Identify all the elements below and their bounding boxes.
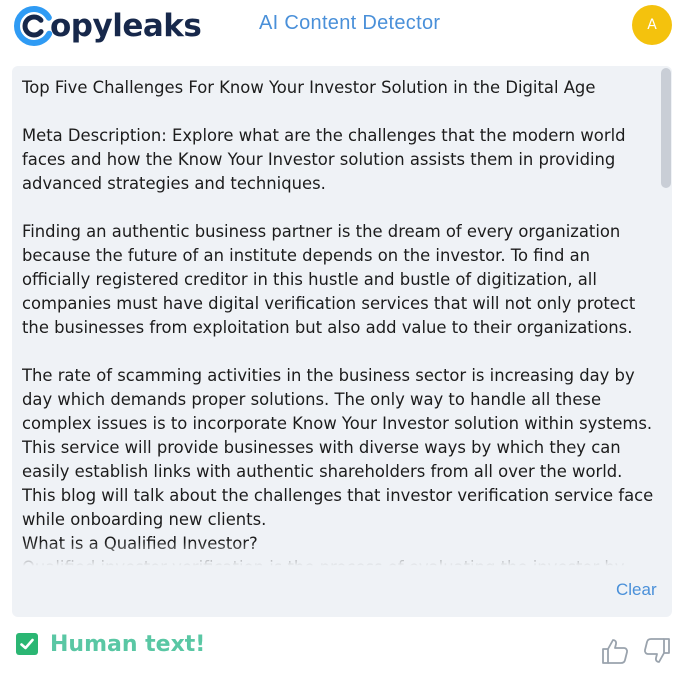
- thumbs-down-icon[interactable]: [642, 636, 672, 666]
- copyleaks-logo[interactable]: opyleaks: [12, 4, 202, 48]
- text-overflow-fade: [12, 542, 657, 570]
- text-input-panel: Top Five Challenges For Know Your Invest…: [12, 66, 672, 617]
- clear-button[interactable]: Clear: [616, 580, 657, 600]
- text-scrollbar[interactable]: [660, 66, 672, 188]
- result-label: Human text!: [50, 631, 206, 657]
- user-avatar[interactable]: A: [632, 5, 672, 45]
- content-text-area[interactable]: Top Five Challenges For Know Your Invest…: [22, 76, 654, 566]
- header: opyleaks AI Content Detector A: [0, 0, 688, 56]
- detection-result: Human text!: [16, 630, 205, 658]
- thumbs-up-icon[interactable]: [600, 636, 630, 666]
- copyleaks-logo-mark-icon: [12, 4, 56, 48]
- logo-wordmark: opyleaks: [50, 8, 202, 44]
- scrollbar-thumb[interactable]: [661, 68, 671, 188]
- page-title: AI Content Detector: [259, 12, 441, 34]
- check-icon: [16, 633, 38, 655]
